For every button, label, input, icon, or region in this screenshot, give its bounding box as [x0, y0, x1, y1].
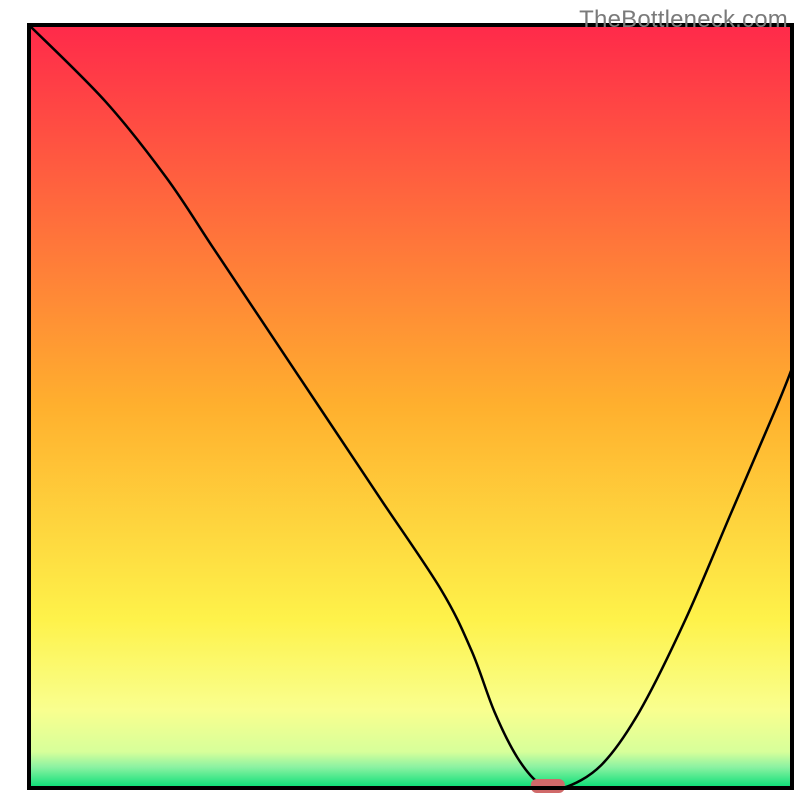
watermark-text: TheBottleneck.com — [579, 6, 788, 34]
plot-background — [31, 27, 790, 786]
chart-svg — [0, 0, 800, 800]
chart-container: TheBottleneck.com — [0, 0, 800, 800]
